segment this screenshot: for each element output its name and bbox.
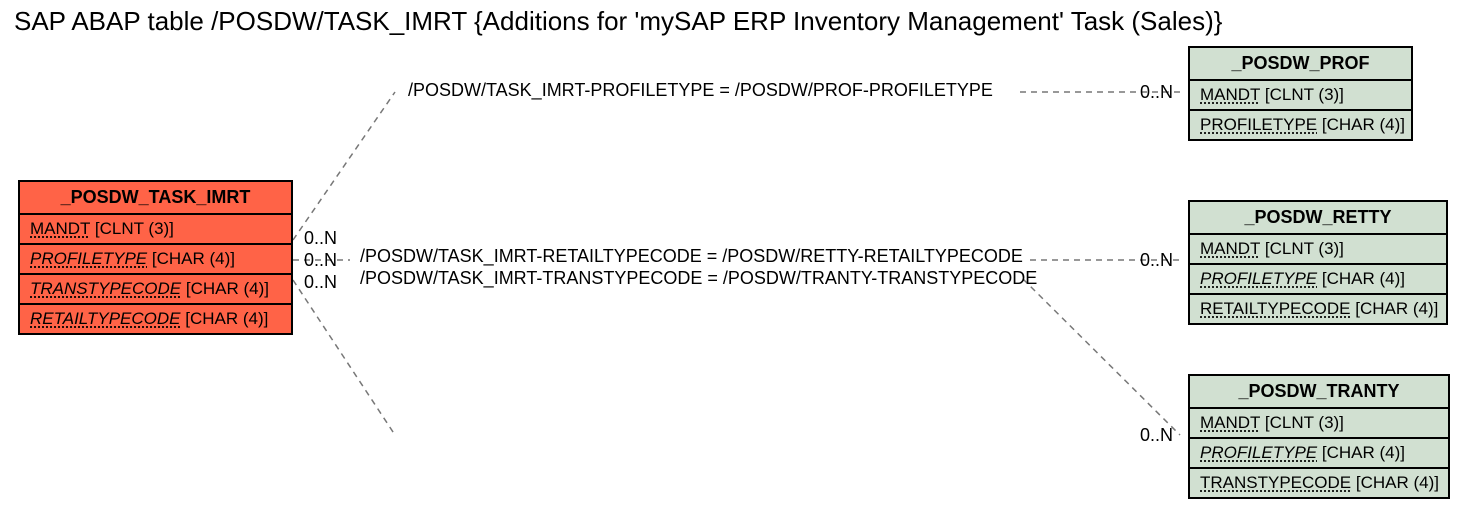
multiplicity-label: 0..N <box>304 228 337 249</box>
field-name: RETAILTYPECODE <box>30 309 181 328</box>
multiplicity-label: 0..N <box>1140 250 1173 271</box>
field-name: PROFILETYPE <box>1200 269 1317 288</box>
entity-header: _POSDW_TRANTY <box>1190 376 1448 409</box>
field-type: [CHAR (4)] <box>1322 115 1405 134</box>
entity-task-imrt: _POSDW_TASK_IMRT MANDT [CLNT (3)] PROFIL… <box>18 180 293 335</box>
field-name: RETAILTYPECODE <box>1200 299 1351 318</box>
field-name: PROFILETYPE <box>30 249 147 268</box>
multiplicity-label: 0..N <box>1140 425 1173 446</box>
entity-prof: _POSDW_PROF MANDT [CLNT (3)] PROFILETYPE… <box>1188 46 1413 141</box>
relation-label: /POSDW/TASK_IMRT-RETAILTYPECODE = /POSDW… <box>360 246 1023 267</box>
entity-tranty: _POSDW_TRANTY MANDT [CLNT (3)] PROFILETY… <box>1188 374 1450 499</box>
relation-label: /POSDW/TASK_IMRT-PROFILETYPE = /POSDW/PR… <box>408 80 993 101</box>
diagram-canvas: SAP ABAP table /POSDW/TASK_IMRT {Additio… <box>0 0 1480 510</box>
field-type: [CLNT (3)] <box>1265 85 1344 104</box>
field-row: RETAILTYPECODE [CHAR (4)] <box>1190 295 1446 323</box>
field-name: TRANSTYPECODE <box>30 279 181 298</box>
field-type: [CHAR (4)] <box>1355 299 1438 318</box>
field-row: TRANSTYPECODE [CHAR (4)] <box>1190 469 1448 497</box>
field-type: [CHAR (4)] <box>1356 473 1439 492</box>
field-name: PROFILETYPE <box>1200 443 1317 462</box>
entity-header: _POSDW_RETTY <box>1190 202 1446 235</box>
field-name: MANDT <box>30 219 90 238</box>
field-row: MANDT [CLNT (3)] <box>20 215 291 245</box>
field-type: [CLNT (3)] <box>1265 413 1344 432</box>
field-row: MANDT [CLNT (3)] <box>1190 81 1411 111</box>
field-row: PROFILETYPE [CHAR (4)] <box>1190 265 1446 295</box>
field-type: [CHAR (4)] <box>152 249 235 268</box>
field-row: PROFILETYPE [CHAR (4)] <box>1190 439 1448 469</box>
multiplicity-label: 0..N <box>1140 82 1173 103</box>
entity-retty: _POSDW_RETTY MANDT [CLNT (3)] PROFILETYP… <box>1188 200 1448 325</box>
relation-label: /POSDW/TASK_IMRT-TRANSTYPECODE = /POSDW/… <box>360 268 1037 289</box>
field-row: TRANSTYPECODE [CHAR (4)] <box>20 275 291 305</box>
field-name: TRANSTYPECODE <box>1200 473 1351 492</box>
field-type: [CLNT (3)] <box>1265 239 1344 258</box>
multiplicity-label: 0..N <box>304 272 337 293</box>
field-type: [CHAR (4)] <box>186 279 269 298</box>
field-name: MANDT <box>1200 239 1260 258</box>
page-title: SAP ABAP table /POSDW/TASK_IMRT {Additio… <box>14 6 1222 37</box>
field-type: [CLNT (3)] <box>95 219 174 238</box>
entity-header: _POSDW_PROF <box>1190 48 1411 81</box>
field-row: MANDT [CLNT (3)] <box>1190 409 1448 439</box>
field-type: [CHAR (4)] <box>1322 443 1405 462</box>
entity-header: _POSDW_TASK_IMRT <box>20 182 291 215</box>
field-row: RETAILTYPECODE [CHAR (4)] <box>20 305 291 333</box>
field-name: MANDT <box>1200 85 1260 104</box>
field-type: [CHAR (4)] <box>185 309 268 328</box>
field-row: PROFILETYPE [CHAR (4)] <box>20 245 291 275</box>
field-type: [CHAR (4)] <box>1322 269 1405 288</box>
field-name: PROFILETYPE <box>1200 115 1317 134</box>
field-row: MANDT [CLNT (3)] <box>1190 235 1446 265</box>
field-name: MANDT <box>1200 413 1260 432</box>
multiplicity-label: 0..N <box>304 250 337 271</box>
field-row: PROFILETYPE [CHAR (4)] <box>1190 111 1411 139</box>
